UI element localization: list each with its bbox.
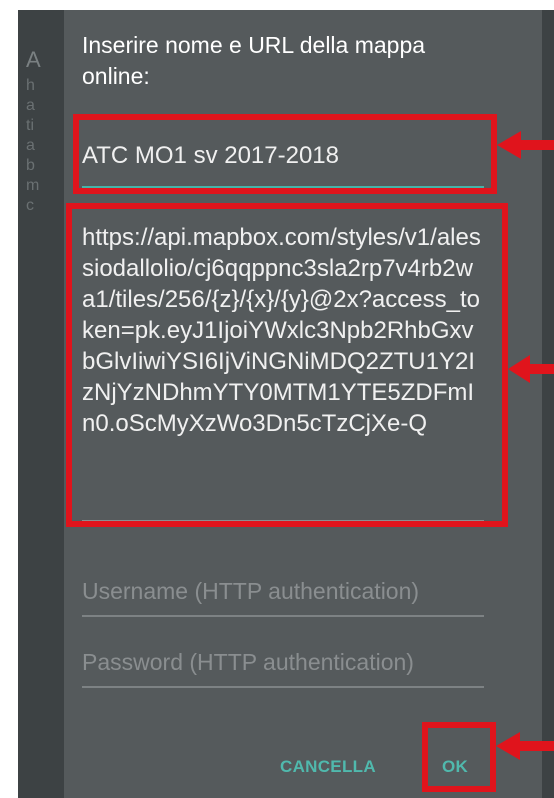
- arrow-left-icon: [508, 355, 554, 383]
- background-text-fragment: c: [26, 197, 34, 214]
- background-text-fragment: m: [26, 177, 40, 194]
- arrow-left-icon: [496, 732, 554, 760]
- url-highlight-box: [66, 203, 508, 527]
- cancel-button[interactable]: CANCELLA: [280, 757, 376, 777]
- username-underline: [82, 615, 484, 617]
- password-underline: [82, 686, 484, 688]
- username-placeholder: Username (HTTP authentication): [82, 578, 420, 604]
- background-text-fragment: a: [26, 137, 35, 154]
- background-text-fragment: b: [26, 157, 35, 174]
- background-text-fragment: a: [26, 97, 35, 114]
- background-title-fragment: A: [26, 47, 41, 72]
- background-content: A h a ti a b m c: [26, 47, 66, 216]
- arrow-left-icon: [497, 131, 554, 159]
- background-text-fragment: h: [26, 77, 35, 94]
- password-placeholder: Password (HTTP authentication): [82, 649, 414, 675]
- background-text-fragment: ti: [26, 117, 34, 134]
- password-input[interactable]: Password (HTTP authentication): [82, 646, 484, 690]
- ok-highlight-box: [422, 722, 496, 792]
- dialog-title: Inserire nome e URL della mappa online:: [82, 32, 426, 89]
- name-highlight-box: [73, 114, 497, 194]
- username-input[interactable]: Username (HTTP authentication): [82, 575, 484, 619]
